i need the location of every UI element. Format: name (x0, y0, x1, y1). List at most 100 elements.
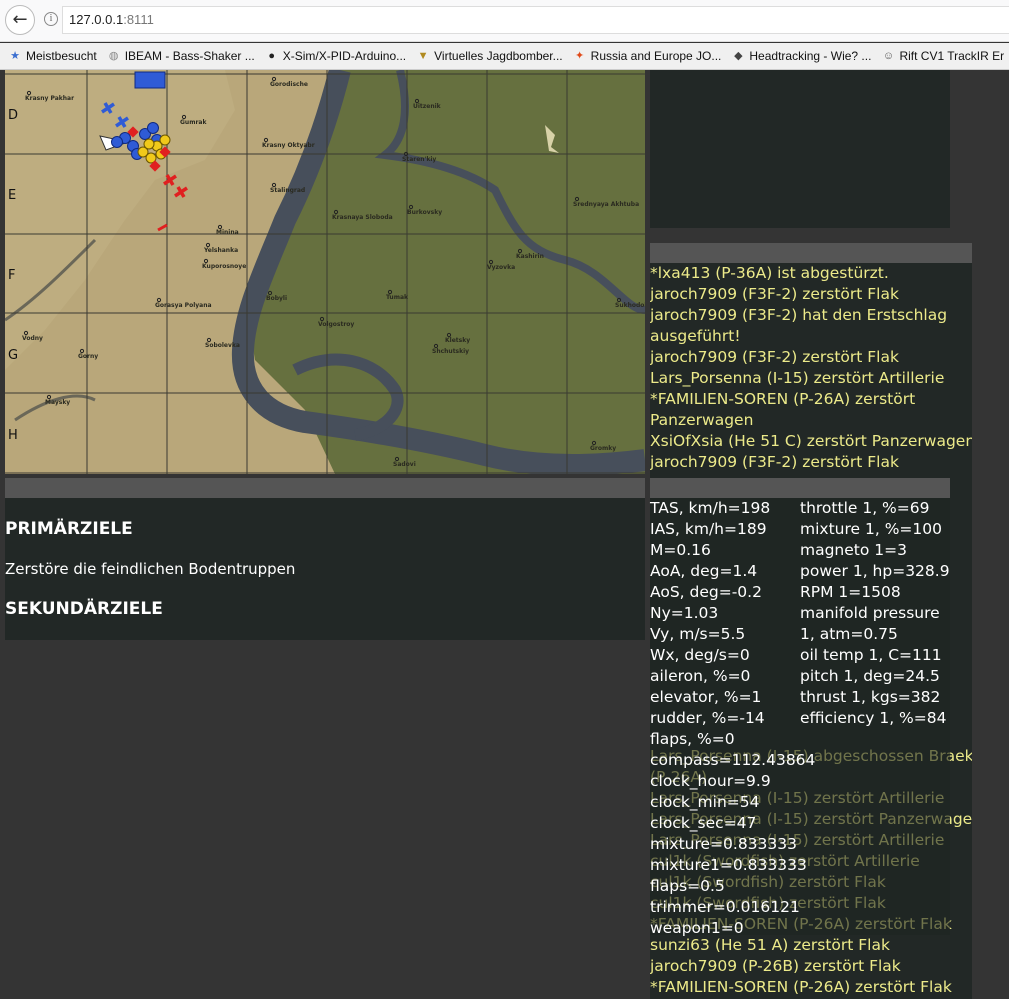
telemetry-panel: TAS, km/h=198 IAS, km/h=189 M=0.16 AoA, deg… (650, 498, 950, 937)
chat-message: Panzerwagen (650, 411, 754, 429)
back-button[interactable]: ← (5, 5, 35, 35)
place-label: Burkovsky (407, 209, 442, 216)
star-icon: ★ (10, 50, 20, 62)
place-label: Kletsky (445, 337, 470, 344)
ally-unit-icon (143, 138, 155, 150)
place-label: Staren'kiy (402, 156, 436, 163)
bookmark[interactable]: ● X-Sim/X-PID-Arduino... (265, 49, 406, 63)
place-label: Vodny (22, 335, 43, 342)
objectives-header (5, 478, 645, 498)
chat-message: jaroch7909 (P-26B) zerstört Flak (650, 957, 901, 975)
place-label: Krasny Oktyabr (262, 142, 315, 149)
telemetry-value: mixture=0.833333 (650, 835, 797, 853)
bookmark-label: Virtuelles Jagdbomber... (434, 49, 563, 63)
telemetry-value: flaps=0.5 (650, 877, 725, 895)
telemetry-value: magneto 1=3 (800, 541, 907, 559)
url-host: 127.0.0.1 (69, 12, 124, 27)
telemetry-value: clock_min=54 (650, 793, 760, 811)
place-label: Vyzovka (487, 264, 515, 271)
place-label: Bobyli (266, 295, 287, 302)
telemetry-header (650, 478, 950, 498)
airfield-icon (134, 71, 166, 89)
chat-message: jaroch7909 (F3F-2) zerstört Flak (650, 348, 899, 366)
telemetry-value: mixture 1, %=100 (800, 520, 942, 538)
place-label: Sukhodol (615, 302, 645, 309)
telemetry-value: trimmer=0.016121 (650, 898, 800, 916)
chat-message: *FAMILIEN-SOREN (P-26A) zerstört (650, 390, 916, 408)
telemetry-value: Vy, m/s=5.5 (650, 625, 746, 643)
place-label: Yelshanka (203, 247, 238, 254)
telemetry-value: manifold pressure 1, atm=0.75 (800, 604, 940, 643)
bookmark[interactable]: ★ Meistbesucht (8, 49, 97, 63)
bookmarks-bar: ★ Meistbesucht ◍ IBEAM - Bass-Shaker ... ● X-… (0, 43, 1009, 70)
telemetry-value: clock_hour=9.9 (650, 772, 771, 790)
primary-objective: Zerstöre die feindlichen Bodentruppen (5, 560, 296, 578)
telemetry-value: throttle 1, %=69 (800, 499, 930, 517)
bird-icon: ✦ (575, 50, 585, 62)
telemetry-value: M=0.16 (650, 541, 711, 559)
telemetry-value: IAS, km/h=189 (650, 520, 767, 538)
place-label: Kuporosnoye (202, 263, 246, 270)
reddit-icon: ☺ (882, 50, 895, 62)
telemetry-value: AoA, deg=1.4 (650, 562, 758, 580)
telemetry-value: clock_sec=47 (650, 814, 757, 832)
chat-message: jaroch7909 (F3F-2) hat den Erstschlag (650, 306, 948, 324)
place-label: Tumak (386, 294, 409, 301)
place-label: Krasny Pakhar (25, 95, 74, 102)
bookmark[interactable]: ◍ IBEAM - Bass-Shaker ... (107, 49, 255, 63)
ally-unit-icon (159, 134, 171, 146)
place-label: Stalingrad (270, 187, 305, 194)
place-label: Gorasya Polyana (155, 302, 212, 309)
place-label: Kashirin (516, 253, 544, 260)
place-label: Volgostroy (318, 321, 354, 328)
bookmark[interactable]: ▼ Virtuelles Jagdbomber... (416, 49, 563, 63)
chat-message: XsiOfXsia (He 51 C) zerstört Panzerwagen (650, 432, 972, 450)
bookmark-label: Russia and Europe JO... (590, 49, 722, 63)
map[interactable]: D E F G H Krasny Pakhar Gorodische Gumrak Krasn… (5, 70, 645, 474)
chat-message: ausgeführt! (650, 327, 741, 345)
place-label: Gorodische (270, 81, 308, 88)
place-label: Maysky (45, 399, 70, 406)
chat-message: jaroch7909 (F3F-2) zerstört Flak (650, 285, 899, 303)
telemetry-value: TAS, km/h=198 (650, 499, 771, 517)
chat-message: Lars_Porsenna (I-15) zerstört Artillerie (650, 369, 945, 387)
telemetry-value: elevator, %=1 (650, 688, 762, 706)
bookmark-label: X-Sim/X-PID-Arduino... (282, 49, 407, 63)
bookmark[interactable]: ✦ Russia and Europe JO... (573, 49, 722, 63)
telemetry-value: Wx, deg/s=0 (650, 646, 750, 664)
shield-icon: ▼ (417, 50, 429, 62)
telemetry-value: AoS, deg=-0.2 (650, 583, 762, 601)
telemetry-value: power 1, hp=328.9 (800, 562, 950, 580)
chat-message: jaroch7909 (F3F-2) zerstört Flak (650, 453, 899, 471)
bookmark-label: Rift CV1 TrackIR Er (899, 49, 1005, 63)
place-label: Shchutskiy (432, 348, 469, 355)
telemetry-value: thrust 1, kgs=382 (800, 688, 941, 706)
place-label: Gumrak (180, 119, 207, 126)
grid-row-label: H (8, 428, 18, 443)
chat-message: *lxa413 (P-36A) ist abgestürzt. (650, 264, 889, 282)
map-canvas[interactable]: D E F G H Krasny Pakhar Gorodische Gumrak Krasn… (5, 70, 645, 474)
telemetry-value: pitch 1, deg=24.5 (800, 667, 940, 685)
site-info-icon[interactable]: i (44, 12, 58, 26)
grid-row-label: E (8, 188, 16, 203)
place-label: Gorny (78, 353, 98, 360)
place-label: Sobolevka (205, 342, 240, 349)
chat-message: *FAMILIEN-SOREN (P-26A) zerstört Flak (650, 978, 952, 996)
bookmark-label: Meistbesucht (26, 49, 97, 63)
bookmark[interactable]: ☺ Rift CV1 TrackIR Er (881, 49, 1004, 63)
url-port: :8111 (123, 12, 154, 27)
place-label: Srednyaya Akhtuba (573, 201, 639, 208)
grid-row-label: F (8, 268, 15, 283)
telemetry-value: mixture1=0.833333 (650, 856, 807, 874)
chat-header (650, 243, 972, 263)
bookmark[interactable]: ◆ Headtracking - Wie? ... (731, 49, 871, 63)
bookmark-label: Headtracking - Wie? ... (749, 49, 872, 63)
telemetry-value: efficiency 1, %=84 (800, 709, 947, 727)
telemetry-value: rudder, %=-14 (650, 709, 765, 727)
url-bar[interactable]: 127.0.0.1:8111 (62, 6, 1009, 34)
place-label: Sadovi (393, 461, 416, 468)
telemetry-value: compass=112.43864 (650, 751, 816, 769)
primary-objectives-title: PRIMÄRZIELE (5, 519, 133, 539)
friendly-unit-icon (147, 122, 159, 134)
grid-row-label: G (8, 348, 18, 363)
